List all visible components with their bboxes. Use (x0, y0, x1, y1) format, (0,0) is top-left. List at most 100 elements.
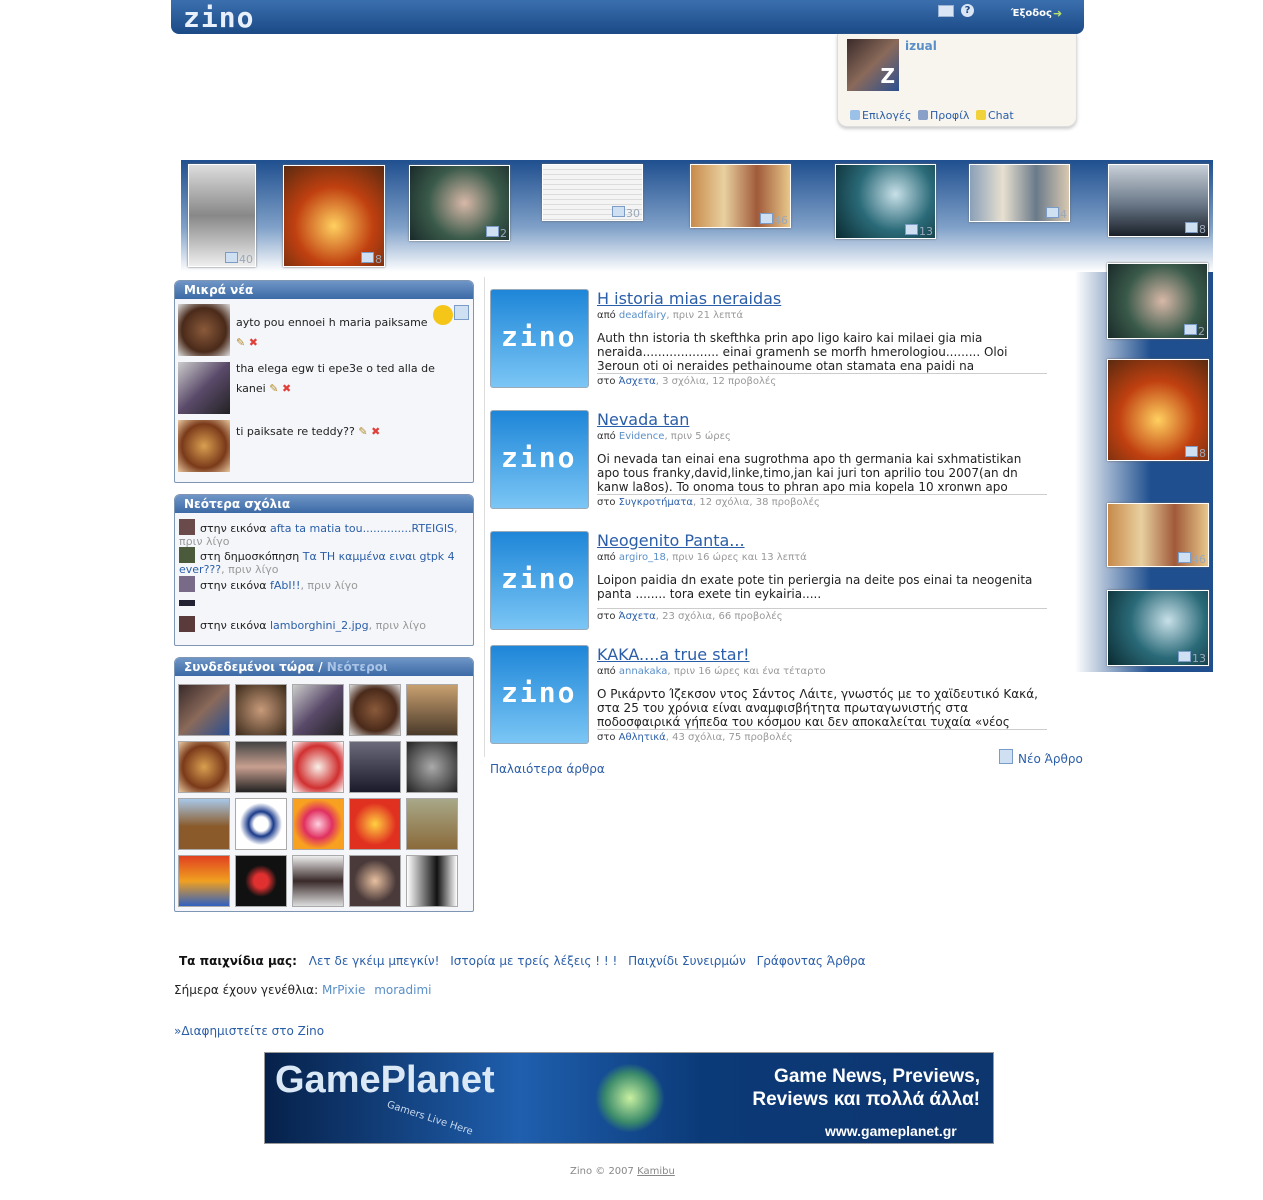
edit-icon[interactable]: ✎ (269, 382, 278, 395)
newest-users-link[interactable]: Νεότεροι (327, 660, 388, 674)
photo-thumb[interactable]: 40 (188, 164, 256, 267)
article-meta: στο Αθλητικά, 43 σχόλια, 75 προβολές (597, 729, 1047, 743)
article-thumbnail[interactable]: zino (490, 531, 589, 630)
article-byline: από argiro_18, πριν 16 ώρες και 13 λεπτά (597, 552, 807, 563)
avatar[interactable] (235, 798, 287, 850)
avatar[interactable] (349, 741, 401, 793)
photo-thumb[interactable]: 30 (542, 164, 643, 221)
options-link[interactable]: Επιλογές (862, 109, 911, 122)
gameplanet-banner[interactable]: GamePlanet Gamers Live Here Game News, P… (264, 1052, 994, 1144)
photo-thumb[interactable]: 8 (1108, 164, 1209, 237)
avatar[interactable] (178, 741, 230, 793)
add-news-icon[interactable] (454, 305, 469, 320)
avatar[interactable] (178, 420, 230, 472)
banner-url: www.gameplanet.gr (825, 1123, 957, 1139)
edit-icon[interactable]: ✎ (236, 336, 245, 349)
avatar[interactable] (292, 741, 344, 793)
article-title[interactable]: Nevada tan (597, 410, 689, 429)
chat-link[interactable]: Chat (988, 109, 1014, 122)
online-users-title: Συνδεδεμένοι τώρα / Νεότεροι (175, 658, 473, 676)
avatar[interactable] (349, 855, 401, 907)
article-meta: στο Συγκροτήματα, 12 σχόλια, 38 προβολές (597, 494, 1047, 508)
zino-logo[interactable]: zino (183, 1, 254, 34)
article-excerpt: Loipon paidia dn exate pote tin periergi… (597, 573, 1033, 601)
avatar[interactable] (178, 855, 230, 907)
top-bar: zino ? Έξοδος ➜ (171, 0, 1084, 34)
divider (484, 277, 485, 757)
photo-thumb[interactable]: 13 (835, 164, 936, 239)
chat-icon (975, 110, 986, 120)
avatar[interactable] (292, 798, 344, 850)
article-byline: από Evidence, πριν 5 ώρες (597, 431, 731, 442)
avatar[interactable] (178, 798, 230, 850)
help-icon[interactable]: ? (961, 4, 974, 17)
kamibu-link[interactable]: Kamibu (637, 1166, 675, 1177)
article-thumbnail[interactable]: zino (490, 410, 589, 509)
avatar[interactable] (235, 741, 287, 793)
photo-thumb[interactable]: 8 (283, 165, 385, 267)
article-title[interactable]: Neogenito Panta... (597, 531, 745, 550)
advertise-link[interactable]: »Διαφημιστείτε στο Zino (174, 1024, 324, 1038)
edit-icon[interactable]: ✎ (358, 425, 367, 438)
article-byline: από deadfairy, πριν 21 λεπτά (597, 310, 744, 321)
avatar[interactable] (349, 798, 401, 850)
logout-link[interactable]: Έξοδος (1011, 8, 1052, 19)
article-title[interactable]: KAKA....a true star! (597, 645, 750, 664)
article-thumbnail[interactable]: zino (490, 289, 589, 388)
game-link[interactable]: Παιχνίδι Συνειρμών (628, 954, 746, 968)
avatar[interactable] (349, 684, 401, 736)
photo-thumb[interactable]: 46 (690, 164, 791, 228)
avatar[interactable] (178, 684, 230, 736)
article: zino KAKA....a true star! από annakaka, … (490, 645, 1048, 745)
birthday-user-link[interactable]: moradimi (374, 983, 431, 997)
list-item: ti paiksate re teddy?? ✎ ✖ (236, 425, 381, 438)
birthday-user-link[interactable]: MrPixie (322, 983, 365, 997)
delete-icon[interactable]: ✖ (282, 382, 291, 395)
avatar[interactable] (406, 684, 458, 736)
photo-thumb[interactable]: 2 (409, 165, 510, 241)
user-box: Z izual Επιλογές Προφίλ Chat (837, 34, 1077, 127)
photo-thumb[interactable]: 4 (969, 164, 1070, 222)
photo-thumb[interactable]: 2 (1107, 263, 1208, 339)
avatar[interactable] (179, 616, 195, 632)
avatar[interactable] (406, 798, 458, 850)
jellyfish-icon (595, 1063, 665, 1133)
older-articles-link[interactable]: Παλαιότερα άρθρα (490, 762, 605, 776)
game-link[interactable]: Λετ δε γκέιμ μπεγκίν! (309, 954, 440, 968)
article-excerpt: Auth thn istoria th skefthka prin apo li… (597, 331, 1008, 373)
avatar[interactable] (292, 855, 344, 907)
delete-icon[interactable]: ✖ (249, 336, 258, 349)
article-thumbnail[interactable]: zino (490, 645, 589, 744)
game-link[interactable]: Γράφοντας Άρθρα (757, 954, 866, 968)
shoutbox-title: Μικρά νέα (175, 281, 473, 299)
avatar[interactable] (235, 684, 287, 736)
avatar[interactable] (179, 576, 195, 592)
list-item: ayto pou ennoei h maria paiksame ✎ ✖ (236, 316, 428, 349)
list-item: στη δημοσκόπηση Τα ΤΗ καμμένα ειναι gtpk… (179, 547, 467, 576)
avatar[interactable] (292, 684, 344, 736)
photo-thumb[interactable]: 13 (1107, 590, 1209, 666)
avatar[interactable] (406, 855, 458, 907)
article: zino Neogenito Panta... από argiro_18, π… (490, 531, 1048, 631)
username-link[interactable]: izual (905, 39, 937, 53)
avatar[interactable] (235, 855, 287, 907)
delete-icon[interactable]: ✖ (371, 425, 380, 438)
mail-icon[interactable] (938, 5, 954, 17)
avatar[interactable] (178, 362, 230, 414)
avatar[interactable] (179, 547, 195, 563)
article-title[interactable]: H istoria mias neraidas (597, 289, 781, 308)
avatar[interactable] (178, 304, 230, 356)
avatar[interactable] (406, 741, 458, 793)
list-item: tha elega egw ti epe3e o ted alla de kan… (236, 362, 435, 395)
comment-count: 2 (486, 226, 507, 240)
game-link[interactable]: Ιστορία με τρείς λέξεις ! ! ! (450, 954, 617, 968)
photo-thumb[interactable]: 46 (1107, 503, 1209, 567)
article-excerpt: Ο Ρικάρντο Ίζεκσον ντος Σάντος Λάιτε, γν… (597, 687, 1038, 729)
avatar[interactable] (179, 519, 195, 535)
avatar[interactable]: Z (847, 39, 899, 91)
comment-count: 4 (1046, 207, 1067, 221)
comment-count: 2 (1184, 324, 1205, 338)
new-article-link[interactable]: Νέο Άρθρο (1018, 752, 1083, 766)
photo-thumb[interactable]: 8 (1107, 359, 1209, 461)
profile-link[interactable]: Προφίλ (930, 109, 969, 122)
